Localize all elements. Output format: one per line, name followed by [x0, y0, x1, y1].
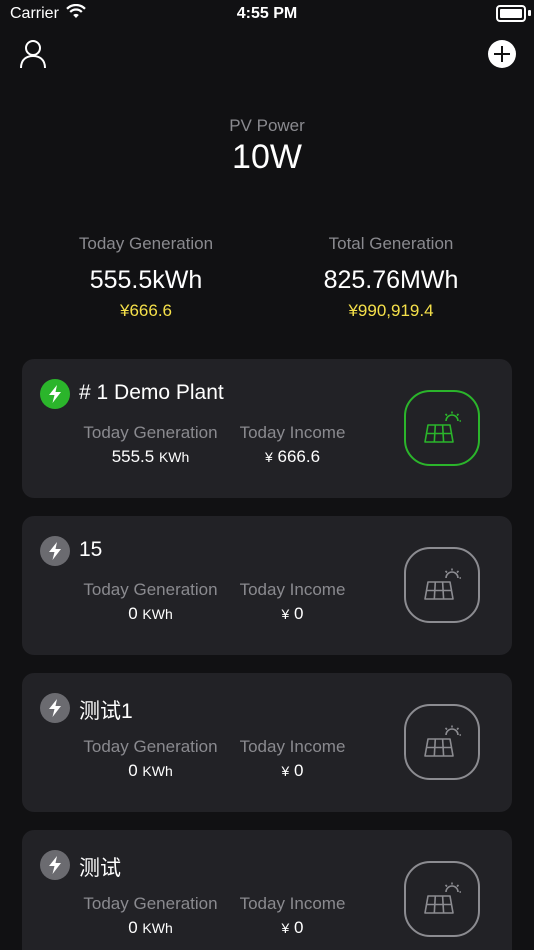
plant-detail-button[interactable]	[404, 390, 480, 466]
plant-generation: Today Generation 0 KWh	[79, 737, 222, 781]
plant-generation: Today Generation 555.5 KWh	[79, 423, 222, 467]
total-income-value: ¥990,919.4	[348, 301, 434, 320]
plant-name: # 1 Demo Plant	[79, 381, 224, 404]
plant-income: Today Income ¥ 0	[236, 894, 349, 938]
plant-card[interactable]: 测试1 Today Generation 0 KWh Today Income …	[22, 673, 512, 812]
currency-symbol: ¥	[264, 449, 273, 465]
today-generation-summary: Today Generation 555.5kWh ¥666.6	[16, 234, 276, 321]
solar-panel-icon	[424, 882, 461, 914]
generation-label: Today Generation	[83, 737, 218, 756]
generation-number: 555.5	[111, 447, 155, 466]
currency-symbol: ¥	[281, 606, 290, 622]
total-generation-value: 825.76MWh	[323, 266, 459, 294]
today-generation-value: 555.5kWh	[89, 266, 203, 294]
income-value: ¥ 0	[236, 604, 349, 624]
generation-value: 0 KWh	[79, 918, 222, 938]
income-label: Today Income	[239, 580, 346, 599]
generation-number: 0	[128, 604, 138, 623]
plant-generation: Today Generation 0 KWh	[79, 580, 222, 624]
income-value: ¥ 0	[236, 918, 349, 938]
generation-label: Today Generation	[83, 423, 218, 442]
generation-value: 0 KWh	[79, 604, 222, 624]
lightning-icon	[40, 850, 70, 880]
plant-income: Today Income ¥ 0	[236, 580, 349, 624]
add-plant-button[interactable]	[488, 40, 516, 68]
plant-detail-button[interactable]	[404, 547, 480, 623]
plant-card[interactable]: 15 Today Generation 0 KWh Today Income ¥…	[22, 516, 512, 655]
income-number: 0	[294, 604, 304, 623]
generation-number: 0	[128, 918, 138, 937]
income-label: Today Income	[239, 423, 346, 442]
clock-label: 4:55 PM	[236, 5, 298, 22]
generation-unit: KWh	[158, 449, 190, 465]
income-label: Today Income	[239, 737, 346, 756]
plant-card[interactable]: 测试 Today Generation 0 KWh Today Income ¥…	[22, 830, 512, 950]
plant-detail-button[interactable]	[404, 704, 480, 780]
battery-tip	[528, 10, 531, 16]
plant-card[interactable]: # 1 Demo Plant Today Generation 555.5 KW…	[22, 359, 512, 498]
lightning-icon	[40, 379, 70, 409]
solar-panel-icon	[424, 411, 461, 443]
income-label: Today Income	[239, 894, 346, 913]
solar-panel-icon	[424, 725, 461, 757]
generation-unit: KWh	[142, 920, 173, 936]
today-generation-label: Today Generation	[78, 234, 214, 253]
generation-value: 555.5 KWh	[79, 447, 222, 467]
user-icon	[20, 40, 46, 69]
today-income-value: ¥666.6	[120, 301, 172, 320]
generation-label: Today Generation	[83, 580, 218, 599]
plant-detail-button[interactable]	[404, 861, 480, 937]
generation-unit: KWh	[142, 763, 173, 779]
currency-symbol: ¥	[281, 920, 290, 936]
generation-unit: KWh	[142, 606, 173, 622]
generation-label: Today Generation	[83, 894, 218, 913]
generation-value: 0 KWh	[79, 761, 222, 781]
plant-income: Today Income ¥ 0	[236, 737, 349, 781]
app-screen: Carrier 4:55 PM PV Power 10W Today Gener…	[0, 0, 534, 950]
generation-number: 0	[128, 761, 138, 780]
lightning-icon	[40, 536, 70, 566]
income-number: 0	[294, 761, 304, 780]
plant-name: 测试	[79, 857, 121, 880]
income-number: 666.6	[277, 447, 321, 466]
pv-power-value: 10W	[232, 138, 302, 176]
currency-symbol: ¥	[281, 763, 290, 779]
plant-generation: Today Generation 0 KWh	[79, 894, 222, 938]
plant-name: 测试1	[79, 700, 133, 723]
plant-income: Today Income ¥ 666.6	[236, 423, 349, 467]
lightning-icon	[40, 693, 70, 723]
profile-button[interactable]	[18, 38, 48, 70]
plant-list: # 1 Demo Plant Today Generation 555.5 KW…	[22, 359, 512, 950]
status-bar: Carrier 4:55 PM	[0, 0, 534, 30]
total-generation-summary: Total Generation 825.76MWh ¥990,919.4	[261, 234, 521, 321]
solar-panel-icon	[424, 568, 461, 600]
total-generation-label: Total Generation	[328, 234, 454, 253]
battery-icon	[496, 5, 526, 22]
income-value: ¥ 666.6	[236, 447, 349, 467]
income-value: ¥ 0	[236, 761, 349, 781]
pv-power-label: PV Power	[229, 116, 305, 135]
plant-name: 15	[79, 538, 103, 561]
income-number: 0	[294, 918, 304, 937]
